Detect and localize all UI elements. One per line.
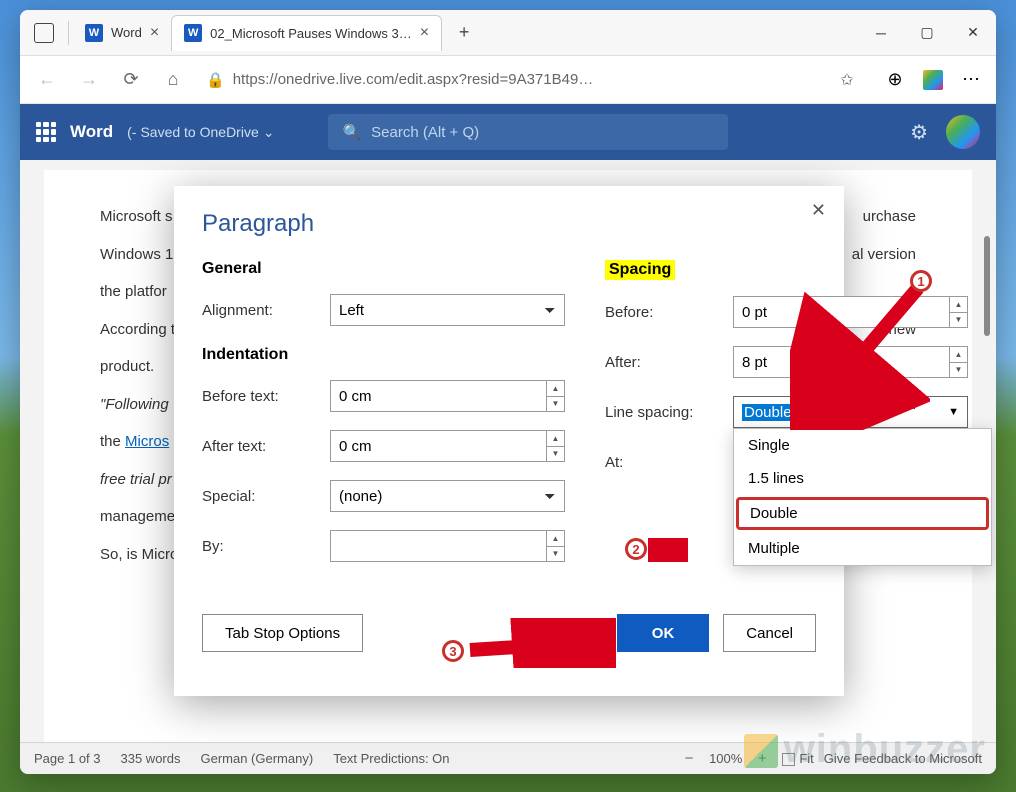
- option-multiple[interactable]: Multiple: [734, 532, 991, 565]
- dialog-title: Paragraph: [202, 210, 816, 238]
- search-input[interactable]: 🔍 Search (Alt + Q): [328, 114, 728, 150]
- search-icon: 🔍: [342, 123, 361, 141]
- close-button[interactable]: ✕: [950, 10, 996, 56]
- annotation-marker-1: 1: [910, 270, 932, 292]
- page-indicator[interactable]: Page 1 of 3: [34, 751, 101, 766]
- word-count[interactable]: 335 words: [121, 751, 181, 766]
- spin-up-icon[interactable]: ▲: [950, 347, 967, 363]
- window-controls: ─ ▢ ✕: [858, 10, 996, 56]
- tab-document[interactable]: W 02_Microsoft Pauses Windows 3… ×: [171, 15, 442, 51]
- label-before: Before:: [605, 304, 733, 321]
- label-alignment: Alignment:: [202, 302, 330, 319]
- tab-title: 02_Microsoft Pauses Windows 3…: [210, 26, 412, 41]
- alignment-select[interactable]: Left: [330, 294, 565, 326]
- tab-stop-button[interactable]: Tab Stop Options: [202, 614, 363, 652]
- url-field[interactable]: 🔒 https://onedrive.live.com/edit.aspx?re…: [196, 63, 874, 97]
- chevron-down-icon: ▼: [948, 406, 959, 418]
- search-placeholder: Search (Alt + Q): [371, 124, 479, 141]
- section-general: General: [202, 260, 565, 278]
- spin-down-icon[interactable]: ▼: [547, 447, 564, 462]
- spin-down-icon[interactable]: ▼: [950, 363, 967, 378]
- app-launcher-icon[interactable]: [36, 122, 56, 142]
- text-predictions[interactable]: Text Predictions: On: [333, 751, 449, 766]
- ok-button[interactable]: OK: [617, 614, 710, 652]
- after-text-spinner[interactable]: ▲▼: [330, 430, 565, 462]
- right-column: Spacing Before: ▲▼ After: ▲▼ Li: [605, 260, 968, 578]
- watermark: winbuzzer: [744, 727, 986, 772]
- extension-icon[interactable]: [916, 70, 950, 90]
- minimize-button[interactable]: ─: [858, 10, 904, 56]
- section-indentation: Indentation: [202, 346, 565, 364]
- tab-actions-icon[interactable]: [34, 23, 54, 43]
- link[interactable]: Micros: [125, 433, 169, 450]
- refresh-button[interactable]: ⟳: [112, 61, 150, 99]
- before-text-spinner[interactable]: ▲▼: [330, 380, 565, 412]
- collections-icon[interactable]: ⊕: [878, 69, 912, 90]
- scrollbar[interactable]: [984, 236, 990, 336]
- annotation-marker-2: 2: [625, 538, 647, 560]
- maximize-button[interactable]: ▢: [904, 10, 950, 56]
- option-15-lines[interactable]: 1.5 lines: [734, 462, 991, 495]
- option-single[interactable]: Single: [734, 429, 991, 462]
- url-text: https://onedrive.live.com/edit.aspx?resi…: [233, 71, 822, 88]
- spin-down-icon[interactable]: ▼: [950, 313, 967, 328]
- section-spacing: Spacing: [605, 260, 675, 280]
- label-line-spacing: Line spacing:: [605, 404, 733, 421]
- word-header: Word (- Saved to OneDrive ⌄ 🔍 Search (Al…: [20, 104, 996, 160]
- language-indicator[interactable]: German (Germany): [200, 751, 313, 766]
- label-special: Special:: [202, 488, 330, 505]
- forward-button[interactable]: →: [70, 61, 108, 99]
- spin-down-icon[interactable]: ▼: [547, 397, 564, 412]
- home-button[interactable]: ⌂: [154, 61, 192, 99]
- paragraph-dialog: ✕ Paragraph General Alignment: Left Inde…: [174, 186, 844, 696]
- left-column: General Alignment: Left Indentation Befo…: [202, 260, 565, 578]
- spin-up-icon[interactable]: ▲: [547, 431, 564, 447]
- browser-window: W Word × W 02_Microsoft Pauses Windows 3…: [20, 10, 996, 774]
- back-button[interactable]: ←: [28, 61, 66, 99]
- word-file-icon: W: [184, 24, 202, 42]
- separator: [68, 21, 69, 45]
- label-after-text: After text:: [202, 438, 330, 455]
- option-double[interactable]: Double: [736, 497, 989, 530]
- favorite-icon[interactable]: ✩: [830, 70, 864, 90]
- titlebar: W Word × W 02_Microsoft Pauses Windows 3…: [20, 10, 996, 56]
- cancel-button[interactable]: Cancel: [723, 614, 816, 652]
- zoom-level[interactable]: 100%: [709, 751, 742, 766]
- close-icon[interactable]: ×: [150, 24, 159, 42]
- spin-up-icon[interactable]: ▲: [547, 531, 564, 547]
- gear-icon[interactable]: ⚙: [910, 120, 928, 145]
- label-at: At:: [605, 454, 733, 471]
- app-title: Word: [70, 122, 113, 142]
- by-spinner[interactable]: ▲▼: [330, 530, 565, 562]
- special-select[interactable]: (none): [330, 480, 565, 512]
- word-file-icon: W: [85, 24, 103, 42]
- label-by: By:: [202, 538, 330, 555]
- tab-title: Word: [111, 25, 142, 40]
- avatar[interactable]: [946, 115, 980, 149]
- spin-up-icon[interactable]: ▲: [547, 381, 564, 397]
- lock-icon: 🔒: [206, 71, 225, 89]
- chevron-down-icon: ⌄: [263, 124, 275, 141]
- after-spinner[interactable]: ▲▼: [733, 346, 968, 378]
- new-tab-button[interactable]: +: [448, 17, 480, 49]
- close-icon[interactable]: ✕: [811, 200, 826, 221]
- line-spacing-select[interactable]: Double ▼: [733, 396, 968, 428]
- before-spinner[interactable]: ▲▼: [733, 296, 968, 328]
- zoom-out-button[interactable]: −: [679, 750, 699, 767]
- line-spacing-dropdown: Single 1.5 lines Double Multiple: [733, 428, 992, 566]
- more-icon[interactable]: ⋯: [954, 69, 988, 90]
- save-status[interactable]: (- Saved to OneDrive ⌄: [127, 124, 274, 141]
- label-before-text: Before text:: [202, 388, 330, 405]
- annotation-marker-3: 3: [442, 640, 464, 662]
- close-icon[interactable]: ×: [420, 24, 429, 42]
- label-after: After:: [605, 354, 733, 371]
- spin-down-icon[interactable]: ▼: [547, 547, 564, 562]
- address-bar: ← → ⟳ ⌂ 🔒 https://onedrive.live.com/edit…: [20, 56, 996, 104]
- tab-word[interactable]: W Word ×: [73, 15, 171, 51]
- spin-up-icon[interactable]: ▲: [950, 297, 967, 313]
